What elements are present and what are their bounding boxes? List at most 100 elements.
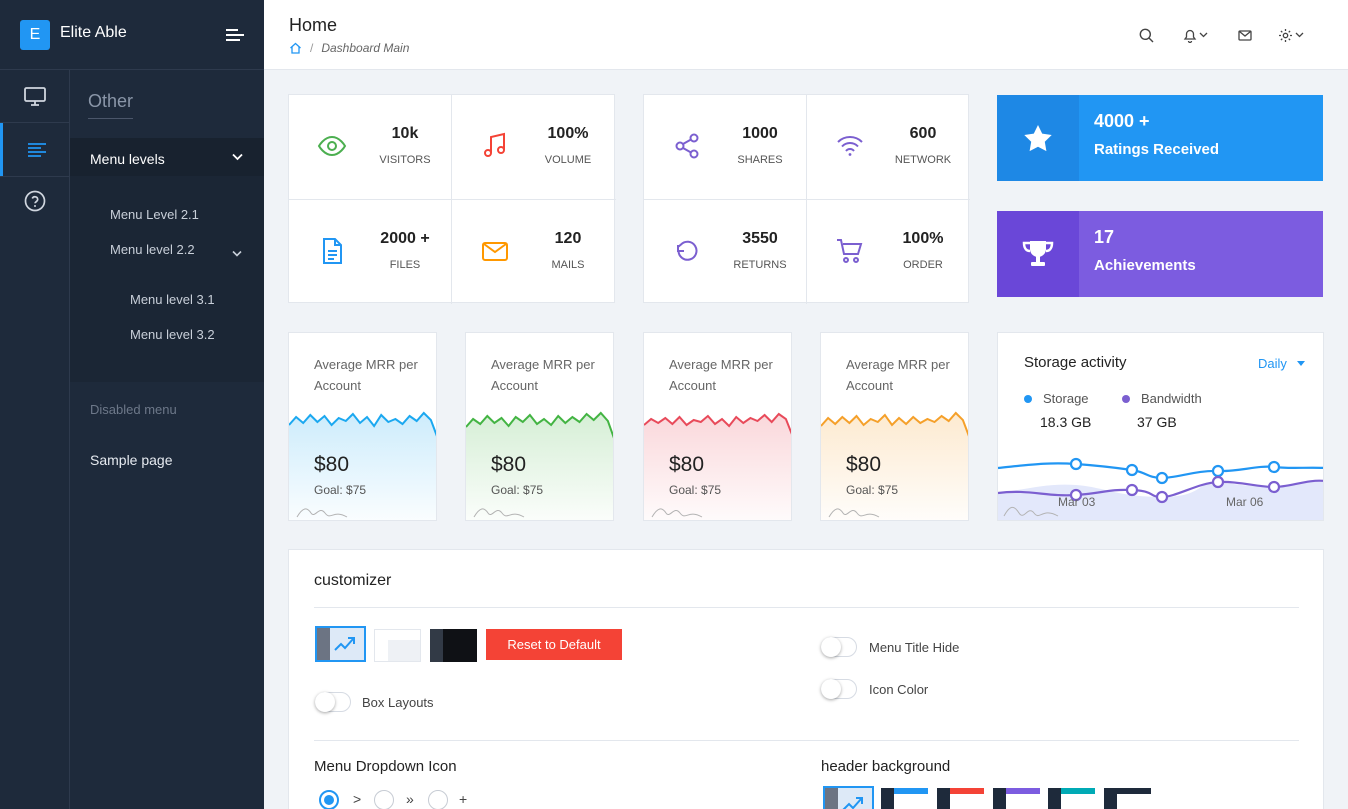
dropdown-icon-option-2: » bbox=[406, 791, 414, 807]
stat-label: ORDER bbox=[903, 259, 943, 271]
rail-menu[interactable] bbox=[0, 123, 70, 177]
stat-volume: 100% VOLUME bbox=[452, 95, 614, 199]
storage-points bbox=[1069, 457, 1281, 485]
stat-returns: 3550 RETURNS bbox=[644, 200, 806, 304]
menu-levels-item[interactable]: Menu levels bbox=[70, 138, 264, 176]
stat-label: RETURNS bbox=[733, 259, 787, 271]
stat-label: FILES bbox=[389, 259, 421, 271]
home-icon[interactable] bbox=[289, 42, 302, 54]
trending-up-icon bbox=[842, 797, 863, 809]
mrr-title: Average MRR per Account bbox=[669, 357, 773, 393]
mrr-card: Average MRR per Account $80 Goal: $75 bbox=[820, 332, 969, 521]
align-left-icon bbox=[27, 143, 46, 157]
sidebar: E Elite Able Other Menu levels Menu Leve… bbox=[0, 0, 264, 809]
mrr-title: Average MRR per Account bbox=[491, 357, 595, 393]
header-bg-swatch-3[interactable] bbox=[937, 788, 984, 809]
mrr-goal: Goal: $75 bbox=[491, 483, 544, 497]
promo-value: 4000 + bbox=[1094, 111, 1150, 131]
mrr-goal: Goal: $75 bbox=[314, 483, 367, 497]
dropdown-icon-radio-2[interactable] bbox=[374, 790, 394, 809]
storage-activity-card: Storage activity Daily Storage 18.3 GB B… bbox=[997, 332, 1324, 521]
sample-page-item[interactable]: Sample page bbox=[90, 452, 173, 468]
stat-value: 100% bbox=[547, 125, 589, 142]
stat-value: 600 bbox=[909, 125, 937, 142]
header-bg-swatch-1[interactable] bbox=[823, 786, 874, 809]
rail-dashboard[interactable] bbox=[0, 70, 70, 124]
header-bg-swatch-5[interactable] bbox=[1048, 788, 1095, 809]
stat-label: VISITORS bbox=[379, 154, 431, 166]
header-bg-swatch-6[interactable] bbox=[1104, 788, 1151, 809]
stats-group-left: 10k VISITORS 100% VOLUME 2000 + FILES 12… bbox=[288, 94, 616, 304]
stat-value: 100% bbox=[902, 230, 944, 247]
rail-help[interactable] bbox=[0, 174, 70, 228]
mrr-amount: $80 bbox=[491, 453, 527, 476]
breadcrumb-current: Dashboard Main bbox=[321, 41, 410, 55]
menu-level-3-2[interactable]: Menu level 3.2 bbox=[130, 327, 215, 342]
star-icon bbox=[1024, 125, 1052, 152]
stat-value: 3550 bbox=[742, 230, 778, 247]
x-label: Mar 06 bbox=[1226, 495, 1264, 509]
mrr-title: Average MRR per Account bbox=[314, 357, 418, 393]
dropdown-icon-option-3: + bbox=[459, 791, 468, 807]
chevron-down-icon bbox=[1199, 32, 1208, 38]
mrr-amount: $80 bbox=[669, 453, 705, 476]
icon-color-toggle[interactable] bbox=[821, 679, 857, 699]
search-icon bbox=[1139, 28, 1154, 42]
stat-visitors: 10k VISITORS bbox=[289, 95, 451, 199]
period-dropdown[interactable]: Daily bbox=[1258, 356, 1305, 371]
promo-ratings: 4000 + Ratings Received bbox=[997, 95, 1323, 181]
cart-icon bbox=[837, 239, 863, 263]
box-layouts-toggle[interactable] bbox=[315, 692, 351, 712]
menu-toggle-icon[interactable] bbox=[226, 28, 244, 42]
mrr-title: Average MRR per Account bbox=[846, 357, 950, 393]
wifi-icon bbox=[837, 136, 863, 156]
theme-swatch-light[interactable] bbox=[374, 629, 421, 662]
menu-level-2-1[interactable]: Menu Level 2.1 bbox=[110, 207, 199, 222]
messages-button[interactable] bbox=[1238, 26, 1252, 44]
logo: E bbox=[20, 20, 50, 50]
stat-label: MAILS bbox=[551, 259, 585, 271]
theme-swatch-default[interactable] bbox=[315, 626, 366, 662]
dropdown-icon-radio-3[interactable] bbox=[428, 790, 448, 809]
settings-button[interactable] bbox=[1278, 26, 1304, 44]
sparkline-chart bbox=[821, 411, 968, 520]
storage-line-chart bbox=[998, 457, 1323, 520]
menu-title-hide-toggle[interactable] bbox=[821, 637, 857, 657]
brand-name: Elite Able bbox=[60, 24, 127, 41]
mrr-card: Average MRR per Account $80 Goal: $75 bbox=[643, 332, 792, 521]
stat-value: 10k bbox=[391, 125, 419, 142]
notifications-button[interactable] bbox=[1183, 26, 1208, 44]
legend-dot-bandwidth bbox=[1122, 395, 1130, 403]
chevron-down-icon bbox=[232, 153, 243, 161]
customizer-panel: customizer Reset to Default Box Layouts … bbox=[288, 549, 1324, 809]
menu-level-2-2[interactable]: Menu level 2.2 bbox=[110, 242, 195, 257]
box-layouts-label: Box Layouts bbox=[362, 695, 434, 710]
icon-rail bbox=[0, 70, 70, 809]
header-bg-swatch-2[interactable] bbox=[881, 788, 928, 809]
legend-storage-name: Storage bbox=[1043, 391, 1089, 406]
stat-value: 2000 + bbox=[380, 230, 430, 247]
theme-swatch-dark[interactable] bbox=[430, 629, 477, 662]
search-button[interactable] bbox=[1139, 26, 1154, 44]
chevron-down-icon bbox=[1295, 32, 1304, 38]
breadcrumb-separator: / bbox=[310, 41, 314, 55]
promo-label: Ratings Received bbox=[1094, 141, 1220, 158]
header-bg-swatch-4[interactable] bbox=[993, 788, 1040, 809]
promo-label: Achievements bbox=[1094, 257, 1196, 274]
menu-level-3-1[interactable]: Menu level 3.1 bbox=[130, 292, 215, 307]
sub-navigation: Other Menu levels Menu Level 2.1 Menu le… bbox=[70, 70, 264, 809]
dropdown-icon-radio-1[interactable] bbox=[319, 790, 339, 809]
promo-achievements: 17 Achievements bbox=[997, 211, 1323, 297]
reset-default-button[interactable]: Reset to Default bbox=[486, 629, 622, 660]
stat-label: VOLUME bbox=[544, 154, 592, 166]
dropdown-icon-title: Menu Dropdown Icon bbox=[314, 758, 457, 775]
share-icon bbox=[675, 133, 699, 159]
stats-group-right: 1000 SHARES 600 NETWORK 3550 RETURNS 100… bbox=[643, 94, 970, 304]
dropdown-icon-option-1: > bbox=[353, 791, 362, 807]
legend-storage-value: 18.3 GB bbox=[1040, 414, 1092, 430]
promo-value: 17 bbox=[1094, 227, 1115, 247]
brand-bar: E Elite Able bbox=[0, 0, 264, 70]
eye-icon bbox=[317, 135, 347, 157]
legend-dot-storage bbox=[1024, 395, 1032, 403]
mrr-goal: Goal: $75 bbox=[669, 483, 722, 497]
